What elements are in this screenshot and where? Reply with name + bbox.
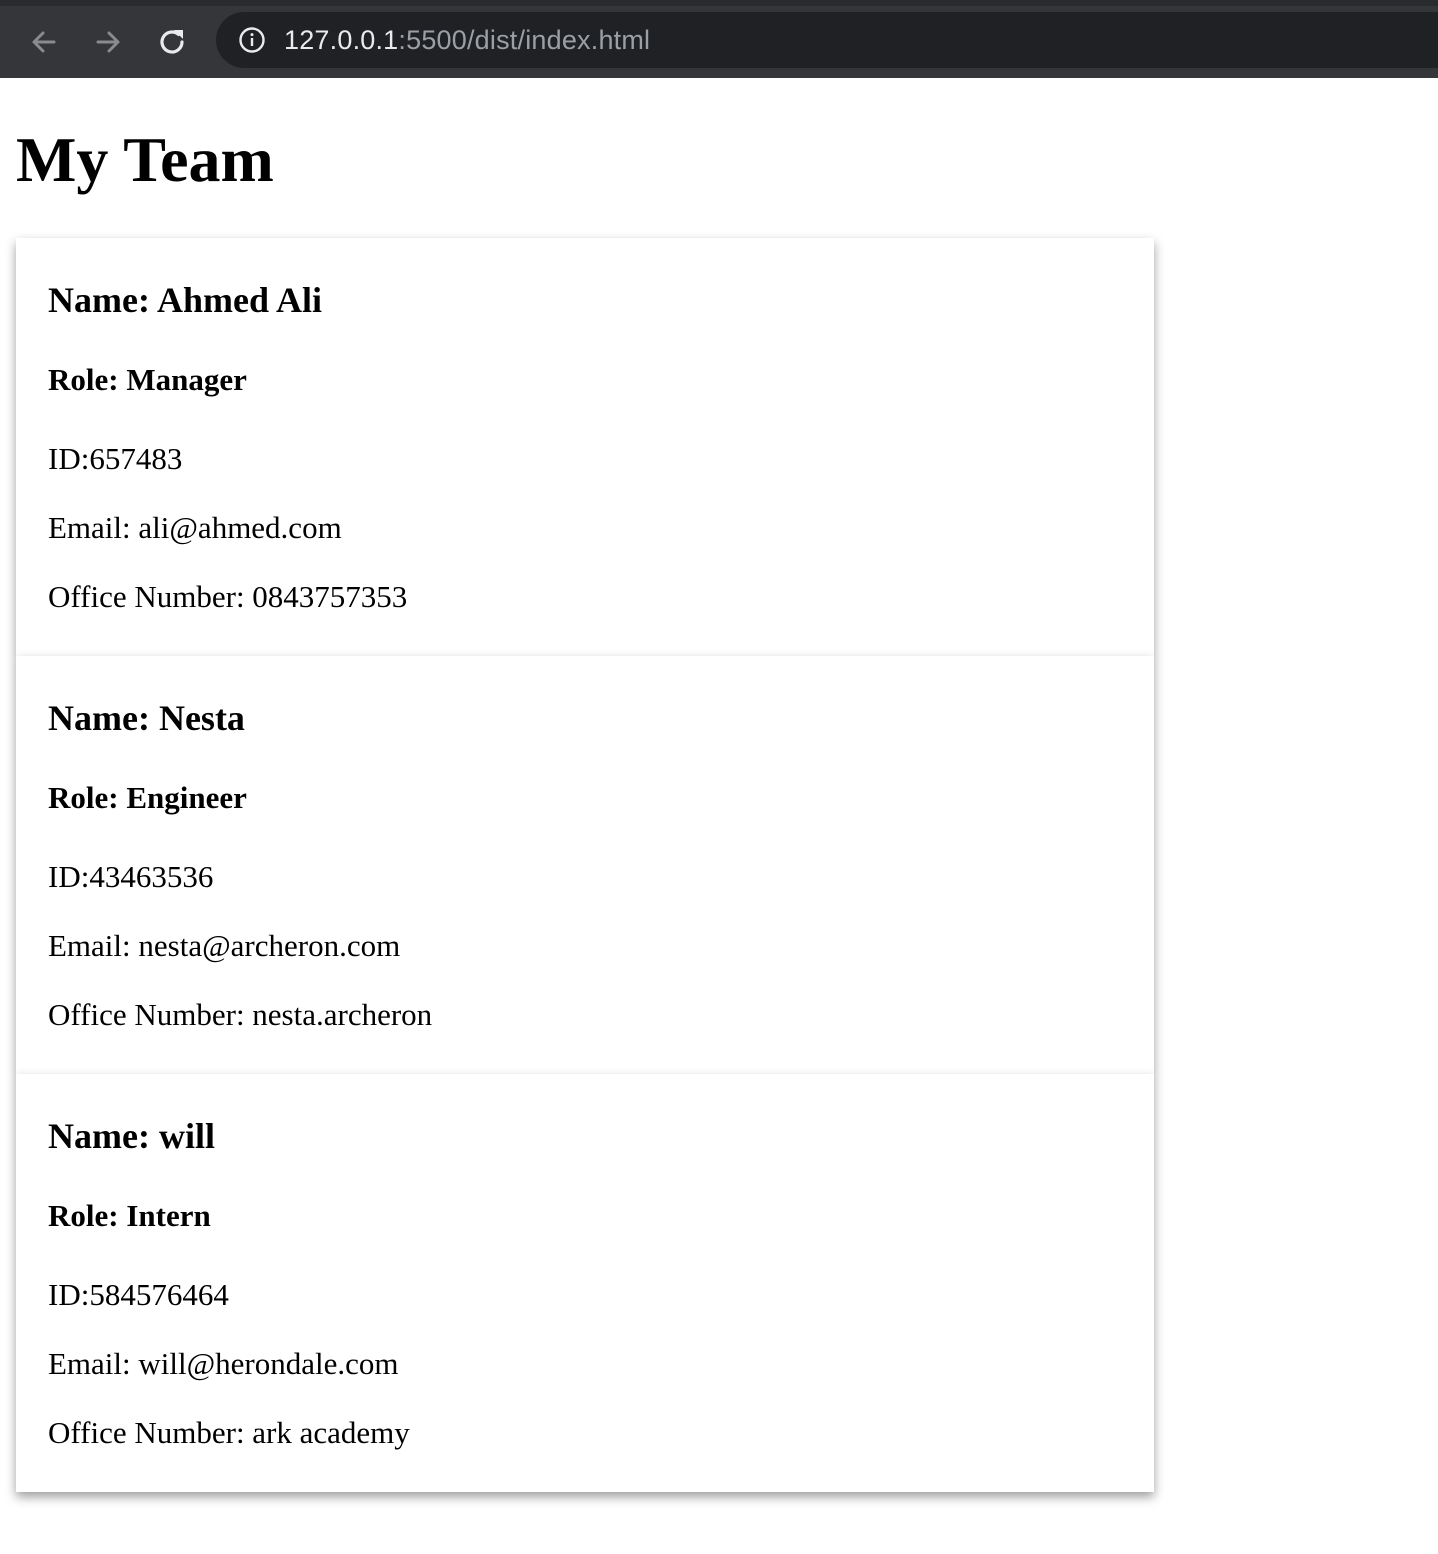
team-card-list: Name: Ahmed Ali Role: Manager ID:657483 … [16, 238, 1154, 1492]
reload-button[interactable] [152, 22, 192, 62]
team-member-card: Name: Ahmed Ali Role: Manager ID:657483 … [16, 238, 1154, 656]
page-title: My Team [16, 124, 274, 195]
member-id: ID:584576464 [48, 1277, 229, 1312]
url-text[interactable]: 127.0.0.1:5500/dist/index.html [284, 25, 650, 56]
page-content: My Team Name: Ahmed Ali Role: Manager ID… [16, 78, 1422, 1492]
arrow-left-icon [32, 31, 56, 53]
arrow-right-icon [96, 31, 120, 53]
team-member-card: Name: will Role: Intern ID:584576464 Ema… [16, 1074, 1154, 1492]
member-id: ID:43463536 [48, 859, 214, 894]
member-office-number: Office Number: nesta.archeron [48, 997, 433, 1032]
member-role: Role: Intern [48, 1198, 211, 1233]
member-role: Role: Engineer [48, 780, 247, 815]
back-button[interactable] [24, 22, 64, 62]
member-role: Role: Manager [48, 362, 247, 397]
member-email: Email: ali@ahmed.com [48, 510, 342, 545]
member-id: ID:657483 [48, 441, 183, 476]
member-name: Name: Nesta [48, 698, 245, 738]
team-member-card: Name: Nesta Role: Engineer ID:43463536 E… [16, 656, 1154, 1074]
address-bar[interactable]: 127.0.0.1:5500/dist/index.html [216, 12, 1438, 68]
info-icon[interactable] [238, 26, 266, 54]
url-path: :5500/dist/index.html [398, 24, 651, 55]
member-name: Name: Ahmed Ali [48, 280, 322, 320]
browser-toolbar: 127.0.0.1:5500/dist/index.html [0, 0, 1438, 78]
member-office-number: Office Number: ark academy [48, 1415, 410, 1450]
url-host: 127.0.0.1 [284, 24, 399, 55]
member-name: Name: will [48, 1116, 215, 1156]
reload-icon [160, 30, 184, 54]
member-email: Email: will@herondale.com [48, 1346, 399, 1381]
member-email: Email: nesta@archeron.com [48, 928, 401, 963]
forward-button[interactable] [88, 22, 128, 62]
member-office-number: Office Number: 0843757353 [48, 579, 408, 614]
